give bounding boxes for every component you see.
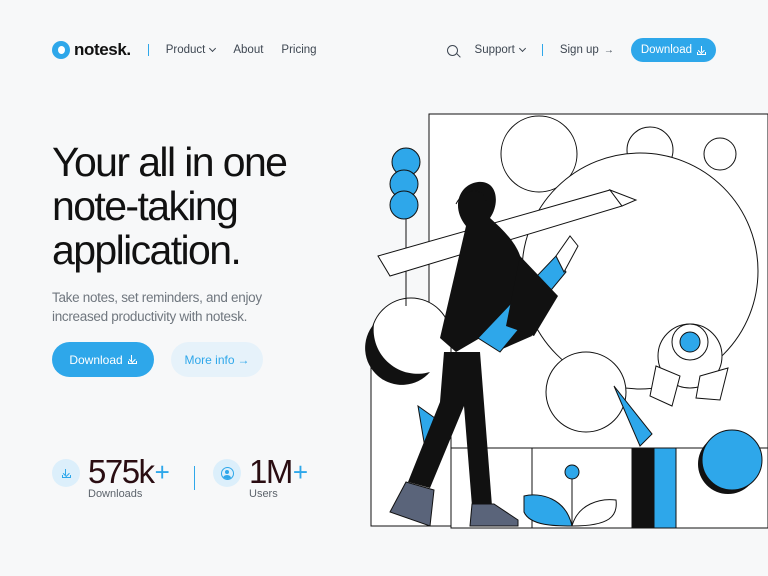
top-nav: notesk. Product About Pricing Support Si… [52,36,716,64]
stat-users: 1M+ Users [213,453,308,500]
download-icon [697,45,706,55]
hero-subtitle: Take notes, set reminders, and enjoy inc… [52,290,262,324]
search-icon[interactable] [446,44,458,56]
nav-link-pricing[interactable]: Pricing [281,44,316,56]
stat-divider [194,466,195,490]
nav-link-support-label: Support [474,44,515,56]
chevron-down-icon [209,44,217,53]
arrow-right-icon: → [603,44,614,56]
nav-link-about[interactable]: About [233,44,263,56]
signup-link[interactable]: Sign up → [560,44,614,56]
download-icon [52,459,80,487]
landing-page: notesk. Product About Pricing Support Si… [0,0,768,576]
user-icon [213,459,241,487]
nav-link-product[interactable]: Product [165,44,217,56]
nav-link-product-label: Product [165,44,206,56]
download-button-label: Download [69,352,123,367]
nav-divider [147,44,149,56]
signup-label: Sign up [559,44,599,56]
stat-label: Users [249,488,278,500]
hero-illustration [365,113,768,529]
more-info-button[interactable]: More info → [171,342,263,377]
nav-divider [541,44,543,56]
stat-label: Downloads [88,488,143,500]
nav-links: Product About Pricing [166,44,317,56]
arrow-right-icon: → [237,352,250,367]
nav-download-button[interactable]: Download [630,38,716,62]
stat-downloads: 575k+ Downloads [52,453,170,500]
stat-value: 575k+ [88,453,170,490]
download-button[interactable]: Download [52,342,154,377]
brand-name: notesk. [74,40,131,59]
hero-title: Your all in one note-taking application. [52,139,288,273]
more-info-label: More info [184,352,235,367]
brand-mark-icon [52,41,70,59]
nav-download-label: Download [640,44,692,56]
nav-link-support[interactable]: Support [474,44,526,56]
chevron-down-icon [518,44,526,53]
nav-right: Support Sign up → Download [446,38,716,62]
download-icon [127,355,137,364]
brand-logo[interactable]: notesk. [52,40,131,60]
stat-value: 1M+ [249,453,308,490]
